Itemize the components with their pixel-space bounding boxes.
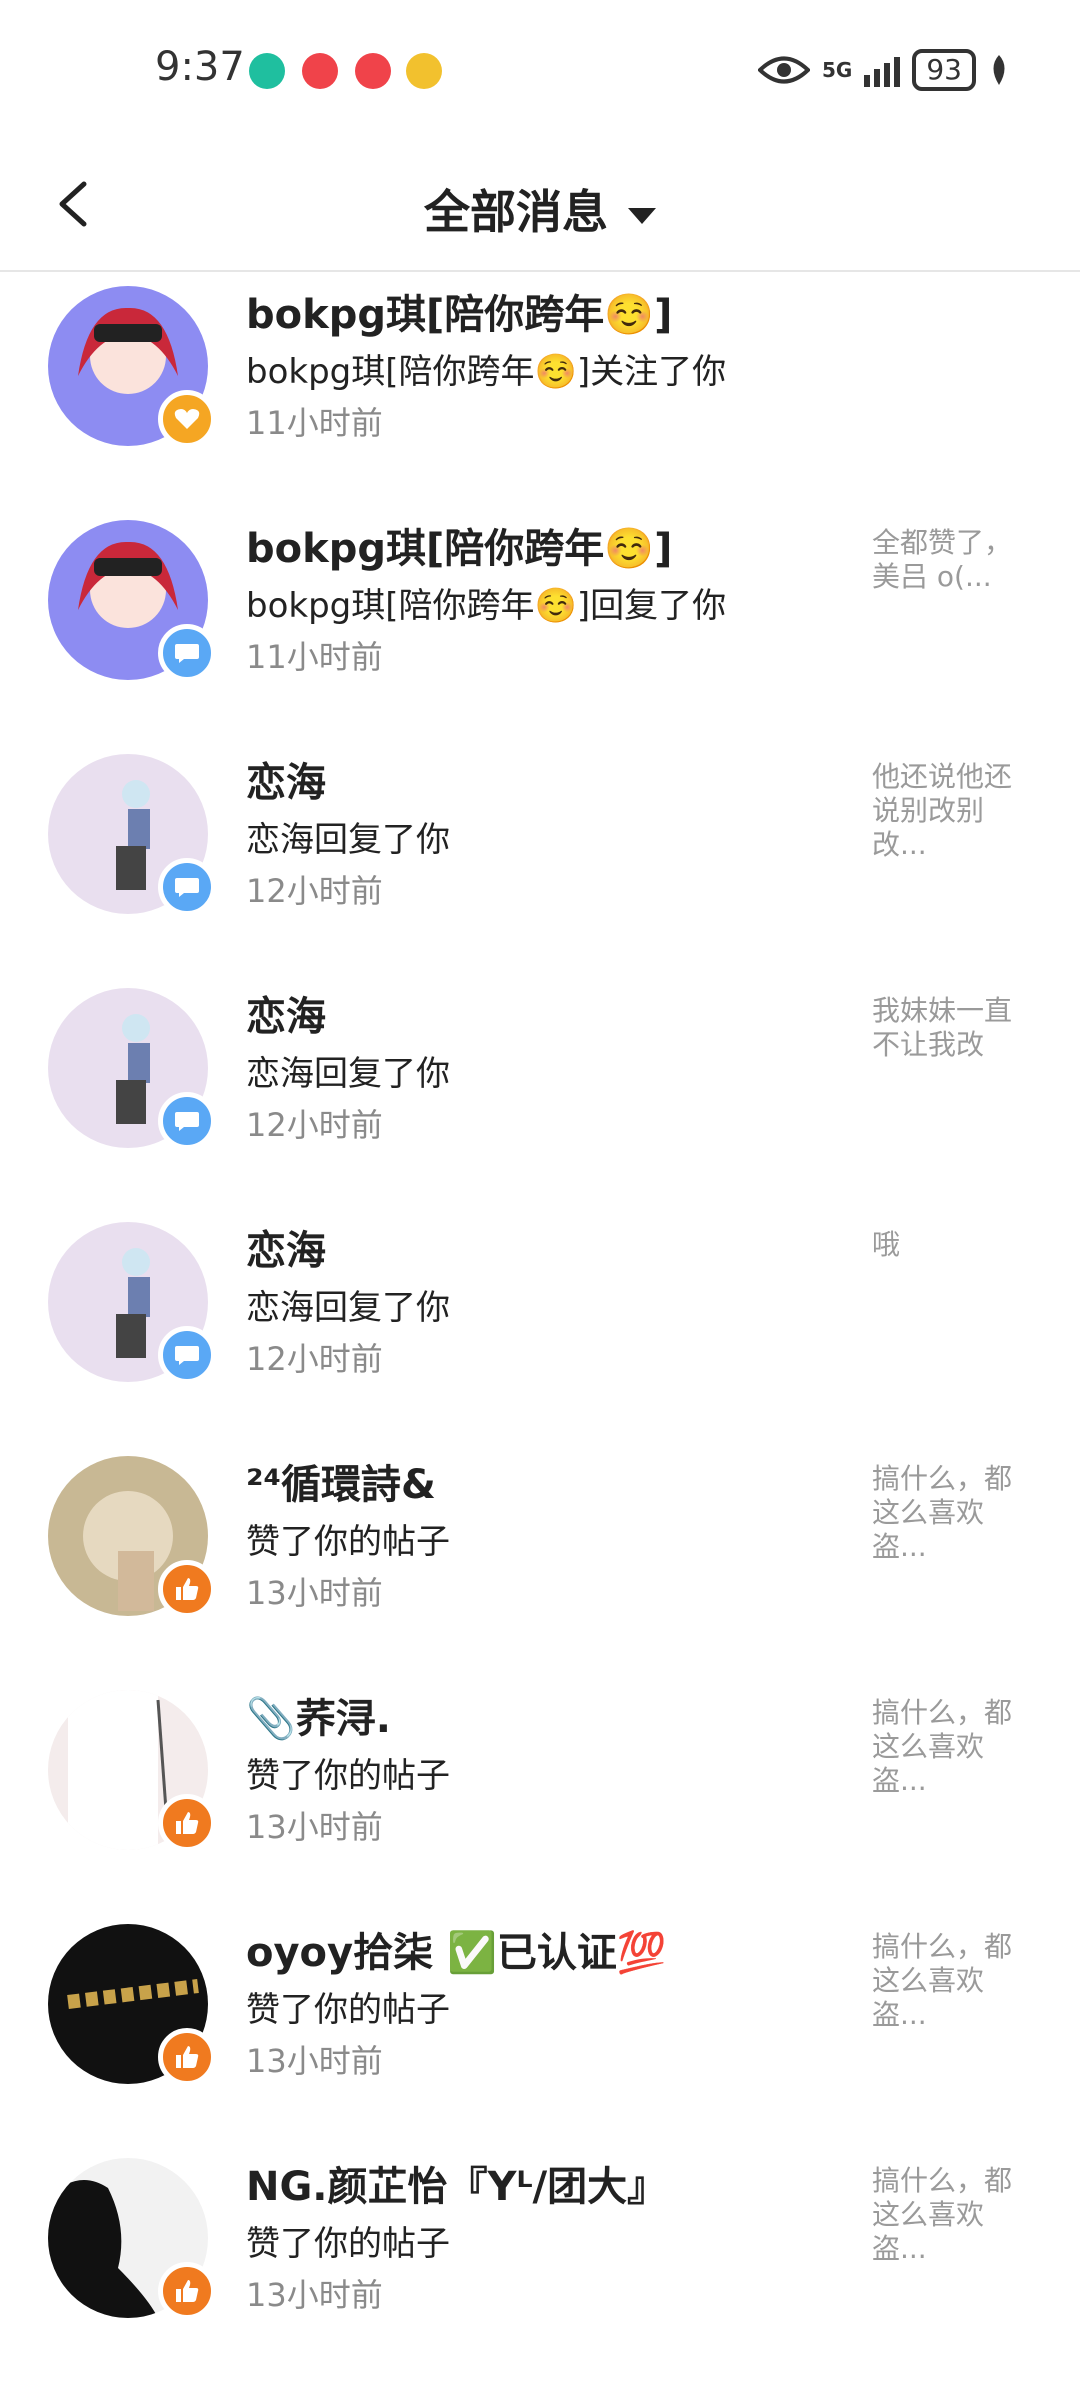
signal-icon xyxy=(864,53,901,87)
list-item[interactable]: NG.颜芷怡『Yᴸ/团大』 赞了你的帖子 13小时前 搞什么，都这么喜欢盗... xyxy=(0,2144,1080,2378)
timestamp: 13小时前 xyxy=(246,2276,383,2314)
notification-text: 赞了你的帖子 xyxy=(246,1990,450,2030)
leaf-icon xyxy=(993,55,1005,85)
notification-text: 恋海回复了你 xyxy=(246,820,450,860)
preview-text: 我妹妹一直不让我改 xyxy=(872,994,1013,1061)
list-item[interactable]: oyoy拾柒 ✅已认证💯 赞了你的帖子 13小时前 搞什么，都这么喜欢盗... xyxy=(0,1910,1080,2144)
notification-text: 恋海回复了你 xyxy=(246,1288,450,1328)
preview-text: 他还说他还说别改别改... xyxy=(872,760,1013,861)
user-name: NG.颜芷怡『Yᴸ/团大』 xyxy=(246,2164,668,2210)
user-name: 恋海 xyxy=(246,760,326,806)
chat-icon xyxy=(158,1326,216,1384)
timestamp: 12小时前 xyxy=(246,1340,383,1378)
status-indicators: 5G 93 xyxy=(758,45,1010,95)
list-item[interactable]: ²⁴循環詩& 赞了你的帖子 13小时前 搞什么，都这么喜欢盗... xyxy=(0,1442,1080,1676)
user-name: 恋海 xyxy=(246,994,326,1040)
status-time: 9:37 xyxy=(155,44,245,90)
user-name: ²⁴循環詩& xyxy=(246,1462,436,1508)
notification-text: 赞了你的帖子 xyxy=(246,1522,450,1562)
timestamp: 12小时前 xyxy=(246,872,383,910)
user-name: 恋海 xyxy=(246,1228,326,1274)
list-item[interactable]: bokpg琪[陪你跨年☺️] bokpg琪[陪你跨年☺️]关注了你 11小时前 xyxy=(0,272,1080,506)
user-name: bokpg琪[陪你跨年☺️] xyxy=(246,292,673,338)
notification-text: 恋海回复了你 xyxy=(246,1054,450,1094)
status-bar: 9:37 5G 93 xyxy=(0,0,1080,140)
network-type: 5G xyxy=(822,58,853,82)
preview-text: 哦 xyxy=(872,1228,901,1261)
preview-text: 搞什么，都这么喜欢盗... xyxy=(872,1696,1013,1797)
chat-icon xyxy=(158,858,216,916)
timestamp: 11小时前 xyxy=(246,404,383,442)
thumbs-up-icon xyxy=(158,2262,216,2320)
app-notification-icon xyxy=(355,53,391,89)
message-filter-dropdown[interactable]: 全部消息 xyxy=(0,176,1080,242)
timestamp: 13小时前 xyxy=(246,2042,383,2080)
timestamp: 11小时前 xyxy=(246,638,383,676)
list-item[interactable]: 📎荞浔. 赞了你的帖子 13小时前 搞什么，都这么喜欢盗... xyxy=(0,1676,1080,1910)
list-item[interactable]: 恋海 恋海回复了你 12小时前 哦 xyxy=(0,1208,1080,1442)
list-item[interactable]: 恋海 恋海回复了你 12小时前 我妹妹一直不让我改 xyxy=(0,974,1080,1208)
notification-text: bokpg琪[陪你跨年☺️]回复了你 xyxy=(246,586,727,626)
page-title: 全部消息 xyxy=(424,185,608,239)
preview-text: 搞什么，都这么喜欢盗... xyxy=(872,1462,1013,1563)
user-name: bokpg琪[陪你跨年☺️] xyxy=(246,526,673,572)
app-notification-icon xyxy=(302,53,338,89)
header: 全部消息 xyxy=(0,140,1080,272)
app-notification-icon xyxy=(249,53,285,89)
list-item[interactable]: bokpg琪[陪你跨年☺️] bokpg琪[陪你跨年☺️]回复了你 11小时前 … xyxy=(0,506,1080,740)
timestamp: 12小时前 xyxy=(246,1106,383,1144)
thumbs-up-icon xyxy=(158,1560,216,1618)
chat-icon xyxy=(158,624,216,682)
preview-text: 全都赞了，美吕 o(... xyxy=(872,526,1013,593)
battery-level: 93 xyxy=(912,49,976,91)
preview-text: 搞什么，都这么喜欢盗... xyxy=(872,2164,1013,2265)
list-item[interactable]: 恋海 恋海回复了你 12小时前 他还说他还说别改别改... xyxy=(0,740,1080,974)
user-name: oyoy拾柒 ✅已认证💯 xyxy=(246,1930,667,1976)
chat-icon xyxy=(158,1092,216,1150)
timestamp: 13小时前 xyxy=(246,1574,383,1612)
notification-text: bokpg琪[陪你跨年☺️]关注了你 xyxy=(246,352,727,392)
thumbs-up-icon xyxy=(158,2028,216,2086)
timestamp: 13小时前 xyxy=(246,1808,383,1846)
user-name: 📎荞浔. xyxy=(246,1696,391,1742)
preview-text: 搞什么，都这么喜欢盗... xyxy=(872,1930,1013,2031)
notification-text: 赞了你的帖子 xyxy=(246,2224,450,2264)
notification-text: 赞了你的帖子 xyxy=(246,1756,450,1796)
heart-icon xyxy=(158,390,216,448)
app-notification-icon xyxy=(406,53,442,89)
thumbs-up-icon xyxy=(158,1794,216,1852)
chevron-down-icon xyxy=(628,207,656,224)
eye-icon xyxy=(758,56,811,84)
